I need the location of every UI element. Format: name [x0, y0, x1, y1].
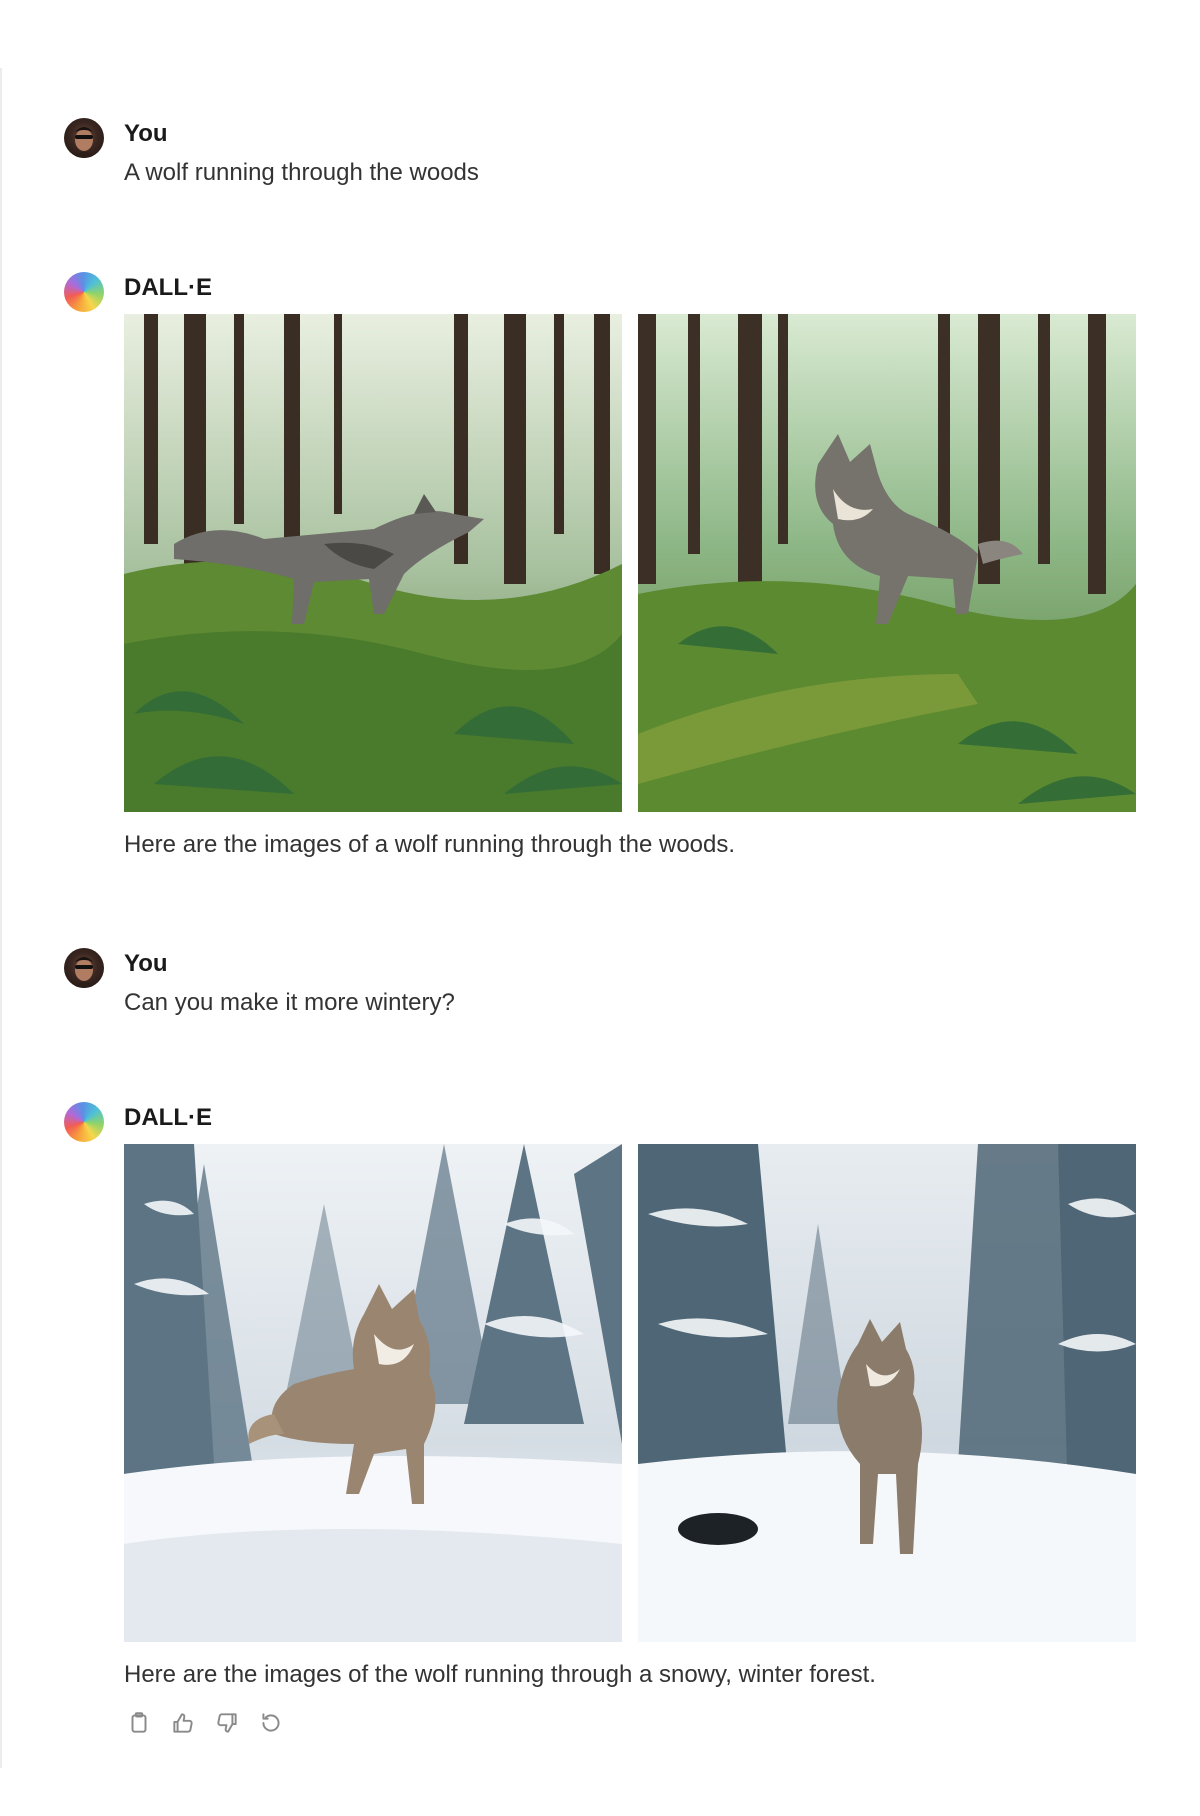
generated-image-winter-1[interactable] — [124, 1144, 622, 1642]
author-name: DALL·E — [124, 1104, 212, 1131]
dalle-avatar — [64, 1102, 104, 1142]
message-text: A wolf running through the woods — [124, 159, 479, 186]
thumbs-down-icon[interactable] — [212, 1708, 242, 1738]
author-name: DALL·E — [124, 274, 212, 301]
message-actions — [124, 1708, 286, 1738]
generated-image-forest-2[interactable] — [638, 314, 1136, 812]
generated-image-forest-1[interactable] — [124, 314, 622, 812]
author-name: You — [124, 950, 168, 977]
message-text: Can you make it more wintery? — [124, 989, 455, 1016]
dalle-avatar — [64, 272, 104, 312]
message-text: Here are the images of the wolf running … — [124, 1661, 876, 1688]
user-avatar — [64, 948, 104, 988]
copy-icon[interactable] — [124, 1708, 154, 1738]
regenerate-icon[interactable] — [256, 1708, 286, 1738]
user-avatar — [64, 118, 104, 158]
message-text: Here are the images of a wolf running th… — [124, 831, 736, 858]
thumbs-up-icon[interactable] — [168, 1708, 198, 1738]
page-edge — [0, 68, 2, 1768]
generated-image-winter-2[interactable] — [638, 1144, 1136, 1642]
author-name: You — [124, 120, 168, 147]
